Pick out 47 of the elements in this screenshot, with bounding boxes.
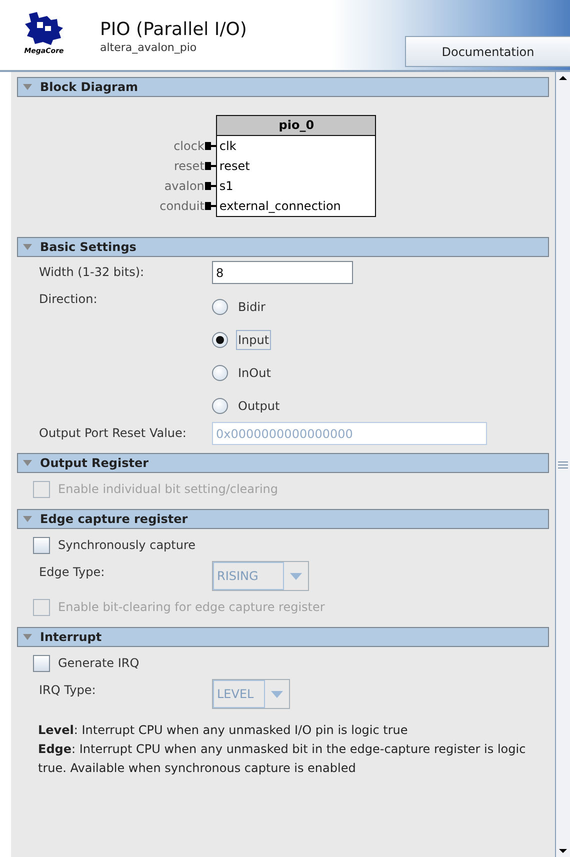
component-title: PIO (Parallel I/O) [100, 19, 247, 40]
scrollbar[interactable] [555, 72, 570, 857]
collapse-triangle-icon[interactable] [23, 244, 32, 250]
field-label: Width (1-32 bits): [39, 264, 146, 279]
radio-label[interactable]: Input [236, 330, 272, 350]
text-field[interactable]: 8 [212, 261, 353, 284]
field-label: Direction: [39, 291, 98, 306]
documentation-button[interactable]: Documentation [405, 36, 570, 67]
section-header[interactable]: Output Register [17, 453, 549, 473]
collapse-triangle-icon[interactable] [23, 460, 32, 466]
field-label: IRQ Type: [39, 682, 97, 697]
collapse-triangle-icon[interactable] [23, 84, 32, 90]
interface-label: reset [174, 158, 204, 175]
caret-icon [271, 690, 283, 698]
checkbox[interactable] [33, 654, 50, 672]
caret-icon [290, 572, 302, 580]
radio-button[interactable] [212, 398, 228, 414]
radio-button[interactable] [212, 298, 228, 314]
radio-label[interactable]: Bidir [236, 296, 268, 316]
port-name: clk [218, 138, 238, 155]
port-name: reset [218, 158, 251, 175]
section-header[interactable]: Block Diagram [17, 77, 549, 97]
port-name: external_connection [218, 198, 342, 215]
section-header[interactable]: Edge capture register [17, 509, 549, 529]
interface-label: clock [174, 138, 204, 155]
port-name: s1 [218, 178, 234, 195]
checkbox-label[interactable]: Synchronously capture [58, 538, 196, 552]
radio-button[interactable] [212, 364, 228, 380]
component-subtitle: altera_avalon_pio [100, 41, 198, 54]
block-name: pio_0 [217, 116, 376, 136]
section-header[interactable]: Interrupt [17, 627, 549, 647]
interface-label: conduit [160, 198, 204, 215]
radio-label[interactable]: InOut [236, 362, 273, 382]
collapse-triangle-icon[interactable] [23, 634, 32, 640]
checkbox-label[interactable]: Generate IRQ [58, 656, 140, 670]
radio-button[interactable] [212, 332, 228, 348]
field-label: Edge Type: [39, 564, 106, 579]
help-text: Level: Interrupt CPU when any unmasked I/O pin is logic true [38, 722, 409, 739]
chip-logo-icon [23, 10, 65, 46]
radio-label[interactable]: Output [236, 396, 282, 416]
section-header[interactable]: Basic Settings [17, 237, 549, 257]
help-text: Edge: Interrupt CPU when any unmasked bit in the edge-capture register is logic true. Available when synchronous capture is enabled [38, 741, 527, 777]
checkbox[interactable] [33, 536, 50, 554]
collapse-triangle-icon[interactable] [23, 516, 32, 522]
interface-label: avalon [164, 178, 204, 195]
scroll-grip-icon[interactable] [556, 460, 570, 468]
field-label: Output Port Reset Value: [39, 425, 188, 440]
